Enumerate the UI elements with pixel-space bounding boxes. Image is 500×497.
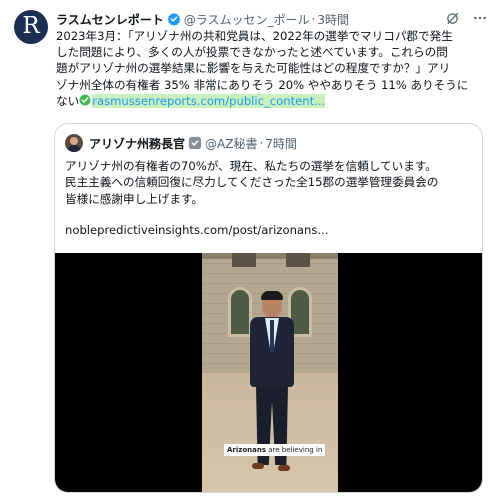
quote-time[interactable]: 7時間 [265, 135, 297, 152]
tweet-text-line: した問題により、多くの人が投票できなかったと述べています。これらの問 [56, 45, 448, 60]
tweet-time[interactable]: 3時間 [317, 11, 349, 28]
video-player[interactable]: Arizonans are believing in [55, 253, 482, 492]
quote-author-name[interactable]: アリゾナ州務長官 [89, 135, 185, 152]
government-badge-icon [188, 136, 202, 150]
header-actions [444, 10, 488, 26]
tweet-header: ラスムセンレポート @ラスムッセン_ポール · 3時間 [56, 10, 490, 28]
author-handle[interactable]: @ラスムッセン_ポール [184, 11, 310, 28]
tweet-text-line: 題がアリゾナ州の選挙結果に影響を与えた可能性はどの程度ですか？」アリ [56, 61, 451, 76]
more-options-icon[interactable] [472, 10, 488, 26]
separator-dot: · [259, 136, 264, 150]
tweet-text-line: ない rasmussenreports.com/public_content... [56, 93, 492, 109]
quote-author-avatar[interactable] [65, 134, 83, 152]
quoted-tweet[interactable]: アリゾナ州務長官 @AZ秘書 · 7時間 アリゾナ州の有権者の70%が、現在、私… [54, 123, 483, 493]
tweet-text: 2023年3月：「アリゾナ州の共和党員は、2022年の選挙でマリコパ郡で発生 し… [56, 28, 492, 109]
tweet-text-line: 2023年3月：「アリゾナ州の共和党員は、2022年の選挙でマリコパ郡で発生 [56, 29, 453, 43]
quote-text: アリゾナ州の有権者の70%が、現在、私たちの選挙を信頼しています。 民主主義への… [65, 158, 475, 207]
tweet-link[interactable]: rasmussenreports.com/public_content... [92, 93, 326, 108]
checkmark-icon [79, 94, 91, 106]
video-caption-rest: are believing in [266, 446, 323, 454]
grok-icon[interactable] [444, 10, 460, 26]
tweet: R ラスムセンレポート @ラスムッセン_ポール · 3時間 2023年3月：「ア… [0, 0, 500, 497]
quote-author-handle[interactable]: @AZ秘書 [205, 135, 257, 152]
tweet-text-tail: ない [56, 93, 80, 108]
quote-text-line: 皆様に感謝申し上げます。 [65, 191, 203, 206]
video-frame: Arizonans are believing in [202, 253, 338, 492]
quote-text-line: アリゾナ州の有権者の70%が、現在、私たちの選挙を信頼しています。 [65, 159, 437, 173]
author-name[interactable]: ラスムセンレポート [56, 11, 164, 28]
quote-url[interactable]: noblepredictiveinsights.com/post/arizona… [65, 222, 328, 238]
quote-header: アリゾナ州務長官 @AZ秘書 · 7時間 [65, 134, 297, 152]
video-caption-bold: Arizonans [227, 446, 267, 454]
quote-text-line: 民主主義への信頼回復に尽力してくださった全15郡の選挙管理委員会の [65, 175, 439, 190]
avatar-letter: R [22, 13, 40, 39]
verified-badge-icon [167, 12, 181, 26]
author-avatar[interactable]: R [14, 10, 48, 44]
video-caption: Arizonans are believing in [224, 444, 326, 456]
separator-dot: · [311, 12, 316, 26]
tweet-text-line: ゾナ州全体の有権者 35% 非常にありそう 20% ややありそう 11% ありそ… [56, 77, 469, 92]
